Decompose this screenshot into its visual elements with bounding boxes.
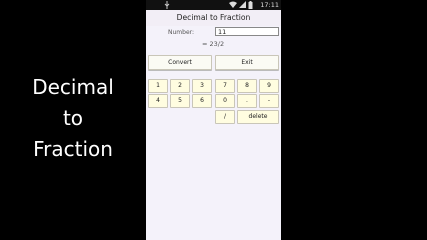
key-3[interactable]: 3	[192, 79, 212, 93]
usb-icon	[164, 1, 170, 9]
key-8[interactable]: 8	[237, 79, 257, 93]
convert-button[interactable]: Convert	[148, 55, 212, 70]
key-9[interactable]: 9	[259, 79, 279, 93]
key-1[interactable]: 1	[148, 79, 168, 93]
signal-icon	[239, 1, 246, 8]
status-bar: 17:11	[146, 0, 281, 10]
number-input[interactable]: 11	[215, 27, 279, 36]
wifi-icon	[229, 1, 237, 8]
key-5[interactable]: 5	[170, 94, 190, 108]
app-content: Number: 11 = 23/2 Convert Exit 1 2 3 4 5…	[146, 26, 281, 240]
key-0[interactable]: 0	[215, 94, 235, 108]
delete-button[interactable]: delete	[237, 110, 279, 124]
promo-line-2: to	[62, 106, 84, 130]
key-minus[interactable]: -	[259, 94, 279, 108]
key-decimal-point[interactable]: .	[237, 94, 257, 108]
phone-screen: 17:11 Decimal to Fraction Number: 11 = 2…	[146, 0, 281, 240]
key-2[interactable]: 2	[170, 79, 190, 93]
key-4[interactable]: 4	[148, 94, 168, 108]
promo-line-3: Fraction	[33, 137, 113, 161]
promo-title: Decimal to Fraction	[18, 72, 128, 165]
promo-line-1: Decimal	[32, 75, 114, 99]
result-text: = 23/2	[202, 40, 225, 48]
app-title: Decimal to Fraction	[146, 10, 281, 26]
key-6[interactable]: 6	[192, 94, 212, 108]
exit-button[interactable]: Exit	[215, 55, 279, 70]
key-slash[interactable]: /	[215, 110, 235, 124]
number-label: Number:	[168, 29, 195, 36]
key-7[interactable]: 7	[215, 79, 235, 93]
clock: 17:11	[260, 1, 279, 9]
battery-icon	[248, 1, 253, 9]
